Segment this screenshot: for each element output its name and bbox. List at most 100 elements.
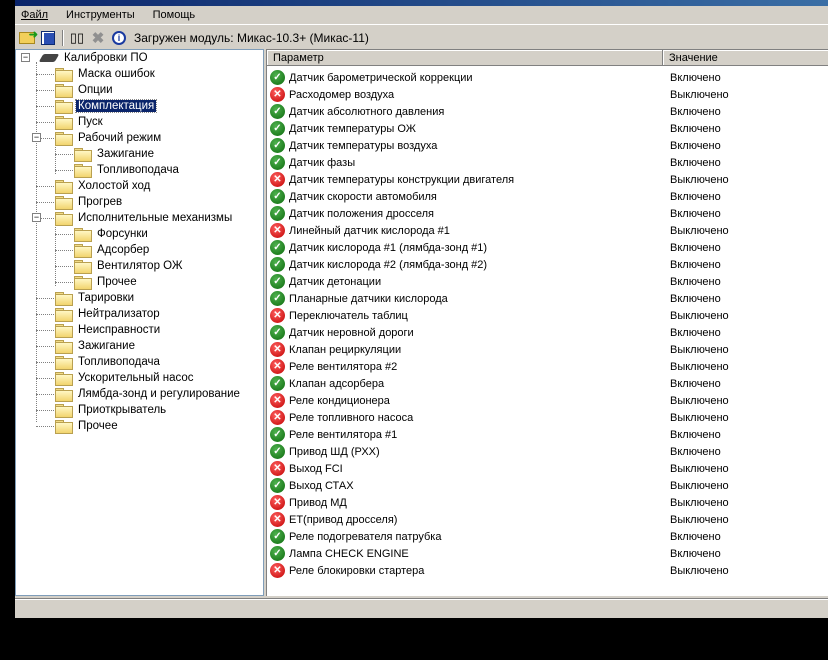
open-button[interactable]: ➜ [17,29,38,47]
tree-item-label: Нейтрализатор [78,308,160,320]
table-row[interactable]: ✓ Датчик кислорода #2 (лямбда-зонд #2) Вкл… [267,256,827,273]
tree-item[interactable]: Тарировки [55,290,136,306]
table-row[interactable]: ✓ Датчик скорости автомобиля Включено [267,188,827,205]
parameter-value: Включено [670,207,721,220]
tree-item[interactable]: Маска ошибок [55,66,157,82]
tree-item-label: Адсорбер [97,244,150,256]
table-row[interactable]: ✓ Датчик положения дросселя Включено [267,205,827,222]
tree-line [55,170,73,171]
checkmark-icon: ✓ [270,240,285,255]
table-row[interactable]: ✕ Реле топливного насоса Выключено [267,409,827,426]
tree-item[interactable]: Зажигание [74,146,156,162]
parameter-value: Включено [670,275,721,288]
table-row[interactable]: ✓ Датчик неровной дороги Включено [267,324,827,341]
table-row[interactable]: ✓ Датчик кислорода #1 (лямбда-зонд #1) Вкл… [267,239,827,256]
parameter-value: Выключено [670,513,729,526]
table-row[interactable]: ✕ Клапан рециркуляции Выключено [267,341,827,358]
tree-item-label: Прогрев [78,196,123,208]
table-row[interactable]: ✓ Выход СТАХ Выключено [267,477,827,494]
table-row[interactable]: ✓ Реле вентилятора #1 Включено [267,426,827,443]
tree-item[interactable]: Топливоподача [74,162,181,178]
checkmark-icon: ✓ [270,138,285,153]
table-row[interactable]: ✕ Реле кондиционера Выключено [267,392,827,409]
tree-item[interactable]: Топливоподача [55,354,162,370]
parameter-name: Расходомер воздуха [289,88,395,101]
tree-item[interactable]: Зажигание [55,338,137,354]
table-row[interactable]: ✕ Расходомер воздуха Выключено [267,86,827,103]
tree-item[interactable]: Нейтрализатор [55,306,162,322]
tree-item[interactable]: Форсунки [74,226,150,242]
parameter-value: Включено [670,190,721,203]
table-row[interactable]: ✕ Реле блокировки стартера Выключено [267,562,827,579]
column-header-value[interactable]: Значение [663,50,828,66]
tree-root[interactable]: − Калибровки ПО [21,50,150,66]
menu-file[interactable]: Файл [15,9,56,21]
parameter-value: Выключено [670,479,729,492]
table-row[interactable]: ✓ Лампа CHECK ENGINE Включено [267,545,827,562]
tree-item[interactable]: Холостой ход [55,178,152,194]
parameter-name: Планарные датчики кислорода [289,292,448,305]
tree-item[interactable]: Неисправности [55,322,162,338]
table-row[interactable]: ✕ ЕТ(привод дросселя) Выключено [267,511,827,528]
tree-item-label: Вентилятор ОЖ [97,260,183,272]
table-row[interactable]: ✓ Датчик барометрической коррекции Включен… [267,69,827,86]
parameter-value: Включено [670,530,721,543]
tree-line [36,106,54,107]
tree-item[interactable]: Лямбда-зонд и регулирование [55,386,242,402]
tree-item[interactable]: Прогрев [55,194,124,210]
table-row[interactable]: ✓ Клапан адсорбера Включено [267,375,827,392]
calibration-tree[interactable]: − Калибровки ПО Маска ошибок Опции Комплекта… [15,49,264,596]
tree-item[interactable]: Ускорительный насос [55,370,196,386]
parameter-name: Реле кондиционера [289,394,390,407]
tree-item-label: Холостой ход [78,180,151,192]
checkmark-icon: ✓ [270,529,285,544]
folder-icon [55,195,73,210]
folder-icon [55,179,73,194]
tree-item[interactable]: Опции [55,82,115,98]
parameter-name: Датчик положения дросселя [289,207,434,220]
tree-item[interactable]: Вентилятор ОЖ [74,258,184,274]
tree-item[interactable]: Прочее [74,274,139,290]
menu-help[interactable]: Помощь [147,9,204,21]
table-row[interactable]: ✓ Датчик фазы Включено [267,154,827,171]
tree-item-label: Прочее [78,420,118,432]
tree-line [55,266,73,267]
tree-line [36,186,54,187]
collapse-toggle[interactable]: − [32,133,41,142]
table-row[interactable]: ✕ Переключатель таблиц Выключено [267,307,827,324]
compare-button[interactable]: ▯▯ [67,29,87,47]
checkmark-icon: ✓ [270,70,285,85]
table-row[interactable]: ✓ Датчик температуры воздуха Включено [267,137,827,154]
table-row[interactable]: ✓ Реле подогревателя патрубка Включено [267,528,827,545]
table-row[interactable]: ✕ Привод МД Выключено [267,494,827,511]
table-row[interactable]: ✕ Выход FCI Выключено [267,460,827,477]
tree-item[interactable]: Прочее [55,418,120,434]
parameter-name: Датчик неровной дороги [289,326,414,339]
tree-item[interactable]: Адсорбер [74,242,151,258]
parameter-value: Выключено [670,343,729,356]
table-row[interactable]: ✓ Планарные датчики кислорода Включено [267,290,827,307]
tree-item[interactable]: Пуск [55,114,105,130]
column-header-parameter[interactable]: Параметр [267,50,663,66]
info-button[interactable]: i [109,29,129,47]
table-row[interactable]: ✓ Привод ШД (РХХ) Включено [267,443,827,460]
table-row[interactable]: ✕ Линейный датчик кислорода #1 Выключено [267,222,827,239]
parameter-list[interactable]: Параметр Значение ✓ Датчик барометрическо… [266,49,828,596]
table-row[interactable]: ✓ Датчик детонации Включено [267,273,827,290]
tree-item[interactable]: Приоткрыватель [55,402,168,418]
table-row[interactable]: ✕ Реле вентилятора #2 Выключено [267,358,827,375]
table-row[interactable]: ✕ Датчик температуры конструкции двигател… [267,171,827,188]
parameter-value: Включено [670,258,721,271]
table-row[interactable]: ✓ Датчик абсолютного давления Включено [267,103,827,120]
tree-item[interactable]: Исполнительные механизмы [55,210,234,226]
collapse-toggle[interactable]: − [21,53,30,62]
tree-line [36,298,54,299]
tree-item[interactable]: Рабочий режим [55,130,163,146]
table-row[interactable]: ✓ Датчик температуры ОЖ Включено [267,120,827,137]
tree-item[interactable]: Комплектация [55,98,158,114]
collapse-toggle[interactable]: − [32,213,41,222]
menu-tools[interactable]: Инструменты [60,9,143,21]
save-button[interactable] [38,29,58,47]
disabled-tool-button[interactable]: ✖ [88,29,108,47]
folder-icon [55,387,73,402]
